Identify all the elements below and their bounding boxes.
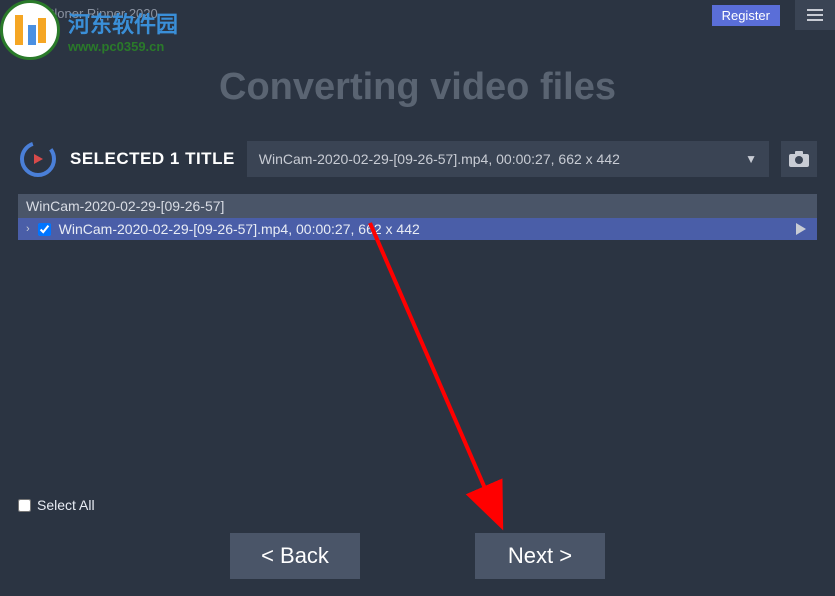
file-dropdown-text: WinCam-2020-02-29-[09-26-57].mp4, 00:00:… [259, 151, 620, 167]
file-list: WinCam-2020-02-29-[09-26-57] › WinCam-20… [18, 194, 817, 485]
camera-button[interactable] [781, 141, 817, 177]
select-all-label: Select All [37, 497, 95, 513]
file-dropdown[interactable]: WinCam-2020-02-29-[09-26-57].mp4, 00:00:… [247, 141, 769, 177]
next-button[interactable]: Next > [475, 533, 605, 579]
register-button[interactable]: Register [712, 5, 780, 26]
expand-arrow-icon[interactable]: › [26, 223, 30, 235]
chevron-down-icon: ▼ [745, 152, 757, 166]
file-item-checkbox[interactable] [38, 223, 51, 236]
menu-button[interactable] [795, 0, 835, 30]
play-icon[interactable] [793, 221, 809, 237]
hamburger-icon [807, 9, 823, 21]
file-list-empty-area [18, 240, 817, 485]
selected-title-label: SELECTED 1 TITLE [70, 149, 235, 169]
nav-buttons: < Back Next > [0, 533, 835, 579]
watermark-logo-icon [0, 0, 60, 60]
select-all-checkbox[interactable] [18, 499, 31, 512]
watermark-url: www.pc0359.cn [68, 39, 178, 54]
select-all-row: Select All [18, 497, 817, 513]
refresh-icon[interactable] [18, 139, 58, 179]
file-group-header[interactable]: WinCam-2020-02-29-[09-26-57] [18, 194, 817, 218]
watermark-cn-text: 河东软件园 [68, 7, 178, 39]
back-button[interactable]: < Back [230, 533, 360, 579]
watermark-overlay: 河东软件园 www.pc0359.cn [0, 0, 178, 60]
file-item[interactable]: › WinCam-2020-02-29-[09-26-57].mp4, 00:0… [18, 218, 817, 240]
selection-row: SELECTED 1 TITLE WinCam-2020-02-29-[09-2… [0, 139, 835, 179]
page-heading: Converting video files [0, 66, 835, 109]
file-item-label: WinCam-2020-02-29-[09-26-57].mp4, 00:00:… [59, 221, 785, 237]
camera-icon [788, 150, 810, 168]
